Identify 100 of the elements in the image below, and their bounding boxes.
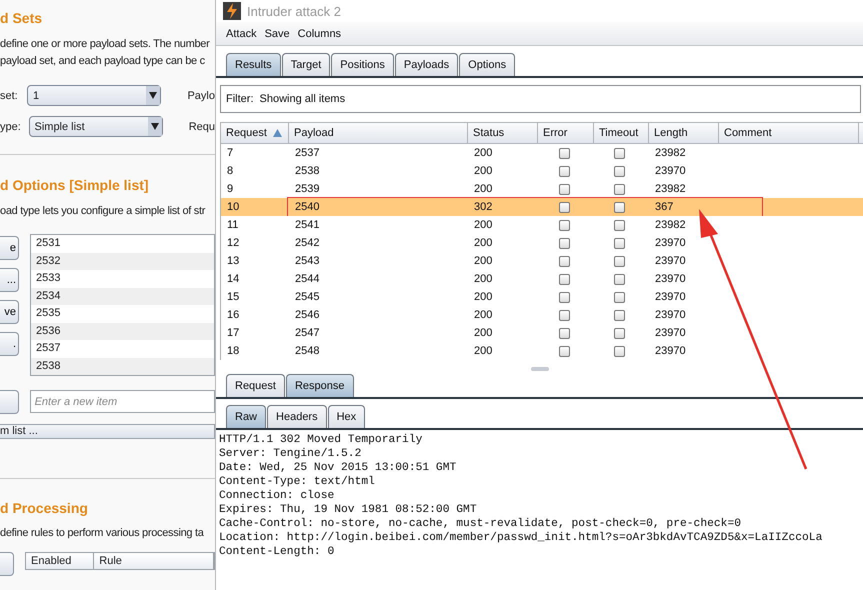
tab[interactable]: Headers bbox=[267, 405, 327, 428]
checkbox[interactable] bbox=[614, 148, 625, 158]
list-item[interactable]: 2536 bbox=[31, 322, 214, 340]
response-line: Server: Tengine/1.5.2 bbox=[219, 447, 362, 461]
table-cell-text: 23970 bbox=[654, 254, 687, 269]
response-line: Expires: Thu, 19 Nov 1981 08:52:00 GMT bbox=[219, 503, 478, 517]
table-cell-text: 13 bbox=[226, 254, 240, 269]
table-cell-text: 11 bbox=[226, 218, 240, 233]
table-cell-text: 2537 bbox=[294, 146, 320, 161]
tab[interactable]: Raw bbox=[226, 405, 266, 428]
field-label: Paylo bbox=[187, 90, 215, 102]
column-header[interactable]: Status bbox=[468, 123, 538, 143]
checkbox[interactable] bbox=[558, 328, 570, 338]
checkbox[interactable] bbox=[614, 184, 625, 194]
checkbox[interactable] bbox=[558, 256, 570, 266]
table-cell-text: 7 bbox=[226, 146, 234, 161]
field-label: set: bbox=[0, 90, 19, 102]
checkbox[interactable] bbox=[558, 238, 570, 248]
checkbox[interactable] bbox=[614, 166, 625, 176]
checkbox[interactable] bbox=[558, 148, 570, 158]
side-button[interactable] bbox=[0, 552, 14, 576]
table-cell-text: 23970 bbox=[654, 164, 687, 179]
tab[interactable]: Options bbox=[459, 53, 516, 76]
checkbox[interactable] bbox=[614, 310, 625, 320]
table-cell-text: 200 bbox=[473, 182, 494, 197]
table-cell-text: 23970 bbox=[654, 326, 687, 341]
menu-item[interactable]: Save bbox=[264, 28, 290, 40]
splitter-handle[interactable] bbox=[530, 367, 548, 371]
add-button[interactable] bbox=[0, 390, 19, 414]
table-cell-text: 23982 bbox=[654, 218, 687, 233]
table-cell-text: 200 bbox=[473, 218, 494, 233]
checkbox[interactable] bbox=[558, 346, 570, 356]
table-cell-text: 14 bbox=[226, 272, 240, 287]
column-header[interactable]: Timeout bbox=[594, 123, 649, 143]
section-heading: d Options [Simple list] bbox=[0, 177, 150, 193]
table-cell-text: 17 bbox=[226, 326, 240, 341]
tab[interactable]: Results bbox=[226, 53, 281, 76]
checkbox[interactable] bbox=[558, 220, 570, 230]
table-cell-text: 23970 bbox=[654, 272, 687, 287]
list-item[interactable]: 2533 bbox=[31, 270, 214, 288]
table-row[interactable]: 10 2540 302 367 bbox=[221, 198, 863, 216]
checkbox[interactable] bbox=[614, 274, 625, 284]
table-cell-text: 2545 bbox=[294, 290, 320, 305]
checkbox[interactable] bbox=[614, 346, 625, 356]
checkbox[interactable] bbox=[558, 274, 570, 284]
menu-item[interactable]: Attack bbox=[226, 28, 257, 40]
checkbox[interactable] bbox=[558, 310, 570, 320]
table-cell-text: 2539 bbox=[294, 182, 320, 197]
list-item[interactable]: 2537 bbox=[31, 340, 214, 358]
list-action-button[interactable]: e bbox=[0, 236, 19, 260]
tab[interactable]: Positions bbox=[331, 53, 394, 76]
menu-item[interactable]: Columns bbox=[298, 28, 342, 40]
column-header[interactable]: Length bbox=[649, 123, 719, 143]
table-cell-text: 16 bbox=[226, 308, 240, 323]
response-line: Cache-Control: no-store, no-cache, must-revalidate, post-check=0, pre-check=0 bbox=[219, 517, 742, 531]
checkbox[interactable] bbox=[558, 184, 570, 194]
rules-table-header: Enabled Rule bbox=[25, 552, 215, 570]
response-line: Content-Length: 0 bbox=[219, 545, 336, 559]
table-cell-text: 200 bbox=[473, 344, 494, 359]
tab[interactable]: Request bbox=[226, 374, 285, 397]
list-item[interactable]: 2538 bbox=[31, 358, 214, 375]
list-item[interactable]: 2535 bbox=[31, 305, 214, 322]
list-item[interactable]: 2531 bbox=[31, 235, 214, 252]
table-cell-text: 2540 bbox=[294, 200, 320, 215]
checkbox[interactable] bbox=[614, 292, 625, 302]
table-cell-text: 2547 bbox=[294, 326, 320, 341]
column-header[interactable]: Request bbox=[221, 123, 289, 143]
table-cell-text: 12 bbox=[226, 236, 240, 251]
checkbox[interactable] bbox=[614, 256, 625, 266]
tab[interactable]: Target bbox=[282, 53, 330, 76]
tab[interactable]: Payloads bbox=[394, 53, 458, 76]
list-action-button[interactable]: ve bbox=[0, 300, 19, 324]
filter-bar[interactable]: Filter: Showing all items bbox=[220, 85, 861, 113]
list-item[interactable]: 2534 bbox=[31, 288, 214, 305]
column-header[interactable]: Payload bbox=[289, 123, 468, 143]
table-cell-text: 200 bbox=[473, 308, 494, 323]
tab[interactable]: Hex bbox=[328, 405, 366, 428]
new-item-field[interactable]: Enter a new item bbox=[30, 390, 215, 413]
checkbox[interactable] bbox=[614, 238, 625, 248]
table-cell-text: 10 bbox=[226, 200, 240, 215]
tab[interactable]: Response bbox=[286, 374, 354, 397]
list-action-button[interactable]: ... bbox=[0, 268, 19, 292]
checkbox[interactable] bbox=[614, 220, 625, 230]
table-cell-text: 2538 bbox=[294, 164, 320, 179]
list-dropdown[interactable]: m list ... bbox=[0, 424, 215, 439]
checkbox[interactable] bbox=[558, 292, 570, 302]
checkbox[interactable] bbox=[614, 328, 625, 338]
field-label: ype: bbox=[0, 120, 20, 132]
table-cell-text: 200 bbox=[473, 164, 494, 179]
dropdown-field[interactable]: Simple list bbox=[28, 116, 163, 137]
checkbox[interactable] bbox=[614, 202, 625, 212]
checkbox[interactable] bbox=[558, 166, 570, 176]
column-header[interactable]: Comment bbox=[719, 123, 859, 143]
list-item[interactable]: 2532 bbox=[31, 252, 214, 270]
checkbox[interactable] bbox=[558, 202, 570, 212]
column-header[interactable]: Error bbox=[538, 123, 594, 143]
dropdown-arrow-icon bbox=[150, 123, 159, 130]
list-action-button[interactable]: . bbox=[0, 332, 19, 356]
dropdown-field[interactable]: 1 bbox=[27, 85, 162, 106]
description-text: oad type lets you configure a simple list of str bbox=[0, 204, 206, 219]
